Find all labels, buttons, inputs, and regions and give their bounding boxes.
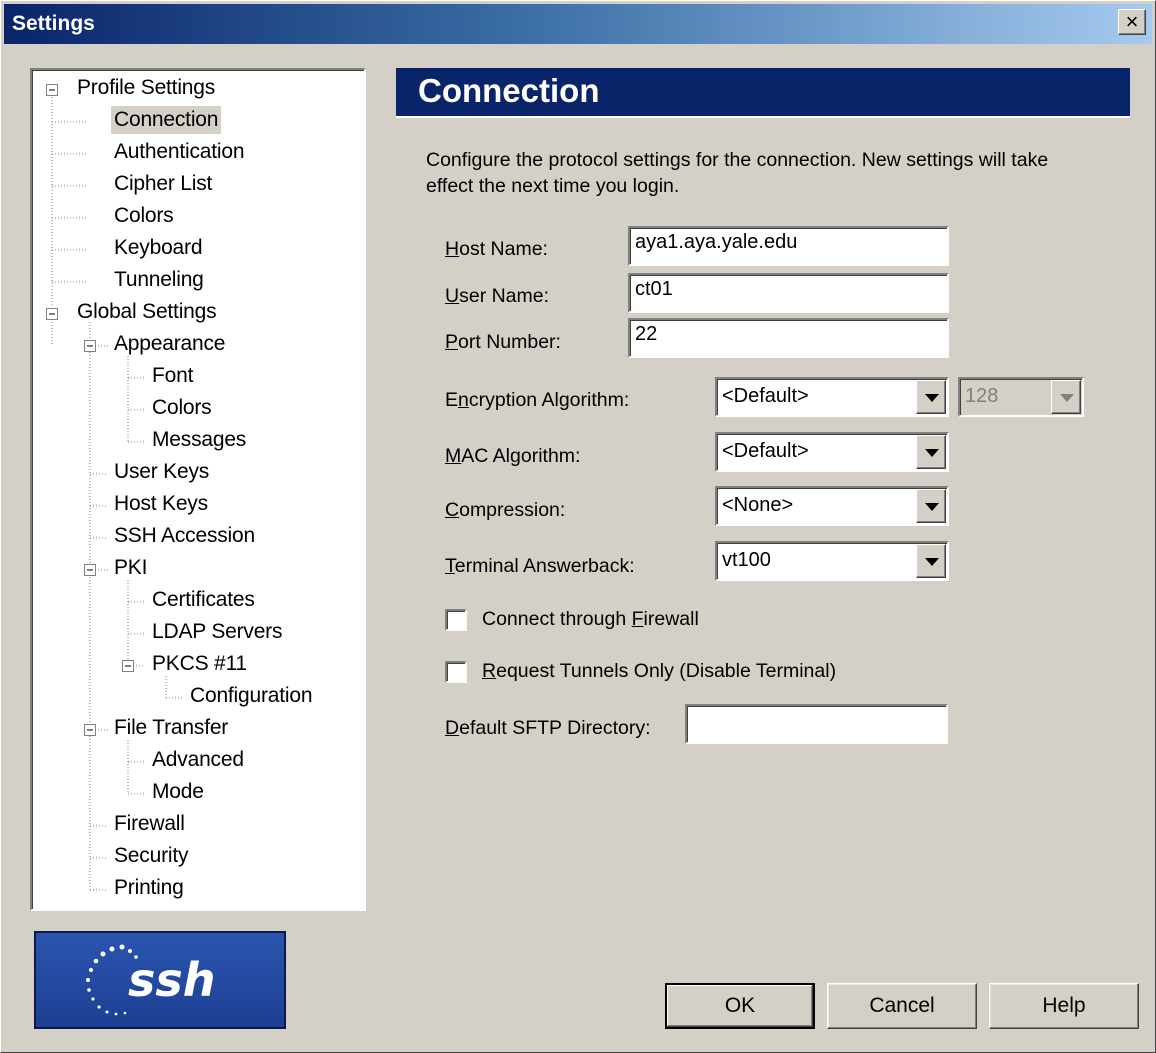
port-number-input[interactable]: 22 — [628, 318, 949, 358]
terminal-answerback-value: vt100 — [722, 549, 771, 571]
panel-title: Connection — [418, 72, 600, 109]
close-button[interactable]: × — [1118, 9, 1146, 35]
tree-item-global-settings[interactable]: Global Settings — [74, 298, 219, 326]
tree-item-profile-settings[interactable]: Profile Settings — [74, 74, 218, 102]
window-title: Settings — [12, 12, 95, 35]
compression-select[interactable]: <None> — [715, 486, 949, 526]
tree-item-ldap-servers[interactable]: LDAP Servers — [149, 618, 285, 646]
ssh-logo-graphic: ssh — [86, 944, 216, 1016]
sftp-directory-label: Default SFTP Directory: — [445, 717, 651, 739]
connect-firewall-checkbox[interactable] — [445, 609, 467, 631]
request-tunnels-checkbox[interactable] — [445, 661, 467, 683]
help-button[interactable]: Help — [989, 983, 1139, 1029]
request-tunnels-label[interactable]: Request Tunnels Only (Disable Terminal) — [482, 660, 836, 683]
chevron-down-icon[interactable] — [916, 380, 946, 414]
cancel-button[interactable]: Cancel — [827, 983, 977, 1029]
tree-item-configuration[interactable]: Configuration — [187, 682, 315, 710]
encryption-algorithm-select[interactable]: <Default> — [715, 377, 949, 417]
ssh-logo: ssh — [34, 931, 286, 1029]
user-name-input[interactable]: ct01 — [628, 273, 949, 313]
tree-item-security[interactable]: Security — [111, 842, 191, 870]
encryption-algorithm-value: <Default> — [722, 385, 809, 407]
tree-item-pki[interactable]: PKI — [111, 554, 150, 582]
tree-item-firewall[interactable]: Firewall — [111, 810, 188, 838]
compression-value: <None> — [722, 494, 794, 516]
chevron-down-icon[interactable] — [916, 544, 946, 578]
key-length-value: 128 — [965, 385, 999, 407]
terminal-answerback-label: Terminal Answerback: — [445, 555, 635, 577]
tree-item-pkcs11[interactable]: PKCS #11 — [149, 650, 250, 678]
compression-label: Compression: — [445, 499, 566, 521]
tree-item-host-keys[interactable]: Host Keys — [111, 490, 211, 518]
connect-firewall-label[interactable]: Connect through Firewall — [482, 608, 699, 631]
terminal-answerback-select[interactable]: vt100 — [715, 541, 949, 581]
panel-description: Configure the protocol settings for the … — [426, 149, 1049, 197]
user-name-label: User Name: — [445, 285, 550, 307]
chevron-down-icon[interactable] — [916, 435, 946, 469]
port-number-label: Port Number: — [445, 331, 561, 353]
settings-tree[interactable]: Profile Settings Connection Authenticati… — [30, 68, 366, 911]
settings-dialog: Settings × Profile Settings Connection A… — [0, 0, 1156, 1053]
tree-item-certificates[interactable]: Certificates — [149, 586, 258, 614]
tree-item-appearance[interactable]: Appearance — [111, 330, 228, 358]
tree-item-appearance-colors[interactable]: Colors — [149, 394, 214, 422]
tree-item-mode[interactable]: Mode — [149, 778, 207, 806]
ok-button[interactable]: OK — [665, 983, 815, 1029]
host-name-label: Host Name: — [445, 238, 548, 260]
mac-algorithm-value: <Default> — [722, 440, 809, 462]
logo-text: ssh — [128, 953, 216, 1007]
tree-item-messages[interactable]: Messages — [149, 426, 249, 454]
mac-algorithm-label: MAC Algorithm: — [445, 445, 581, 467]
key-length-select: 128 — [958, 377, 1084, 417]
tree-item-tunneling[interactable]: Tunneling — [111, 266, 207, 294]
title-bar: Settings × — [4, 4, 1152, 44]
encryption-algorithm-label: Encryption Algorithm: — [445, 389, 630, 411]
chevron-down-icon[interactable] — [916, 489, 946, 523]
tree-item-authentication[interactable]: Authentication — [111, 138, 247, 166]
tree-item-keyboard[interactable]: Keyboard — [111, 234, 205, 262]
host-name-input[interactable]: aya1.aya.yale.edu — [628, 226, 949, 266]
tree-item-printing[interactable]: Printing — [111, 874, 187, 902]
tree-item-ssh-accession[interactable]: SSH Accession — [111, 522, 258, 550]
tree-item-cipher-list[interactable]: Cipher List — [111, 170, 215, 198]
panel-header: Connection — [396, 68, 1130, 118]
mac-algorithm-select[interactable]: <Default> — [715, 432, 949, 472]
tree-item-advanced[interactable]: Advanced — [149, 746, 247, 774]
tree-item-file-transfer[interactable]: File Transfer — [111, 714, 231, 742]
tree-item-user-keys[interactable]: User Keys — [111, 458, 212, 486]
sftp-directory-input[interactable] — [685, 704, 948, 744]
tree-item-colors[interactable]: Colors — [111, 202, 176, 230]
tree-item-connection[interactable]: Connection — [111, 106, 222, 134]
tree-item-font[interactable]: Font — [149, 362, 196, 390]
chevron-down-icon — [1051, 380, 1081, 414]
